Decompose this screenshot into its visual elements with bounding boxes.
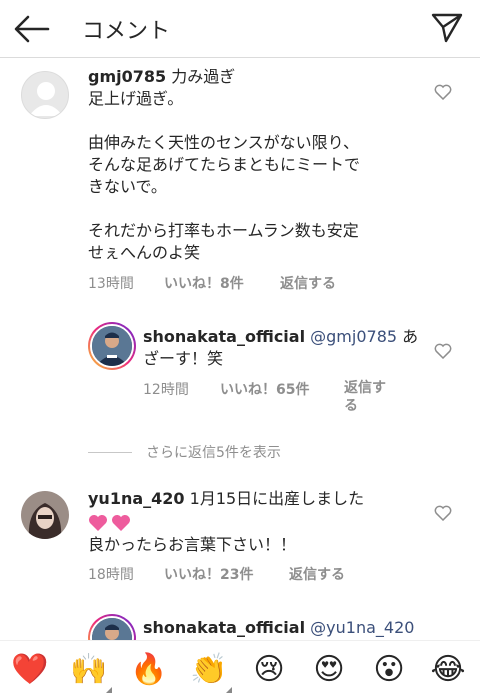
- comment-meta: 13時間 いいね！8件 返信する: [88, 273, 336, 293]
- profile-photo-icon: [92, 326, 132, 366]
- default-avatar-icon: [29, 82, 63, 116]
- laughing-emoji-button[interactable]: 😂: [429, 651, 467, 689]
- comment-text: yu1na_420 1月15日に出産しました: [88, 488, 428, 510]
- like-heart-icon[interactable]: [434, 84, 452, 100]
- reply-text: shonakata_official @gmj0785 あ: [143, 326, 433, 348]
- likes-count[interactable]: いいね！23件: [164, 564, 289, 584]
- top-bar: コメント: [0, 0, 480, 58]
- page-title: コメント: [82, 19, 171, 44]
- reply-button[interactable]: 返信する: [280, 273, 336, 293]
- avatar[interactable]: [21, 71, 69, 119]
- pink-heart-icon: [89, 515, 130, 531]
- variant-indicator-icon: [106, 687, 112, 693]
- story-ring[interactable]: [88, 322, 136, 370]
- inline-hearts: [88, 513, 134, 533]
- reply-text-tail: あ: [397, 327, 419, 346]
- heart-emoji-button[interactable]: ❤️: [11, 651, 49, 689]
- variant-indicator-icon: [226, 687, 232, 693]
- likes-count[interactable]: いいね！8件: [164, 273, 280, 293]
- heart-eyes-emoji-button[interactable]: 😍: [310, 651, 348, 689]
- reply-username[interactable]: shonakata_official: [143, 618, 305, 637]
- comment-first-line: 力み過ぎ: [166, 67, 236, 86]
- comment-first-line: 1月15日に出産しました: [184, 489, 365, 508]
- reply-time: 12時間: [143, 382, 189, 398]
- reply-button-line2: る: [344, 398, 358, 414]
- view-more-replies-label: さらに返信5件を表示: [146, 445, 281, 461]
- crying-emoji-button[interactable]: 😢: [250, 651, 288, 689]
- reply-username[interactable]: shonakata_official: [143, 327, 305, 346]
- clapping-emoji-button[interactable]: 👏: [190, 651, 228, 689]
- comment-body: 足上げ過ぎ。 由伸みたく天性のセンスがない限り、 そんな足あげてたらまともにミー…: [88, 89, 361, 262]
- profile-photo-icon: [21, 491, 69, 539]
- comment-text: gmj0785 力み過ぎ: [88, 66, 428, 88]
- comment-body: 良かったらお言葉下さい！！: [88, 535, 297, 554]
- comment-meta: 18時間 いいね！23件 返信する: [88, 564, 345, 584]
- like-heart-icon[interactable]: [434, 505, 452, 521]
- avatar[interactable]: [21, 491, 69, 539]
- emoji-quick-bar: ❤️ 🙌 🔥 👏 😢 😍 😮 😂: [0, 640, 480, 697]
- reply-text-line2: ざーす！笑: [143, 349, 224, 368]
- mention-link[interactable]: @gmj0785: [305, 327, 397, 346]
- reply-button[interactable]: 返信する: [289, 564, 345, 584]
- reply-text: shonakata_official @yu1na_420: [143, 617, 433, 639]
- comment-username[interactable]: gmj0785: [88, 67, 166, 86]
- comment-time: 18時間: [88, 567, 134, 583]
- comment-username[interactable]: yu1na_420: [88, 489, 185, 508]
- direct-send-icon[interactable]: [430, 12, 464, 44]
- back-arrow-icon[interactable]: [14, 14, 50, 44]
- surprised-emoji-button[interactable]: 😮: [370, 651, 408, 689]
- likes-count[interactable]: いいね！65件: [220, 379, 344, 399]
- divider: [88, 451, 132, 453]
- reply-meta: 12時間 いいね！65件: [143, 379, 344, 399]
- raised-hands-emoji-button[interactable]: 🙌: [70, 651, 108, 689]
- avatar: [90, 324, 134, 368]
- reply-button-line1: 返信す: [344, 380, 386, 396]
- comment-time: 13時間: [88, 276, 134, 292]
- mention-link[interactable]: @yu1na_420: [305, 618, 414, 637]
- reply-button[interactable]: 返信す る: [344, 379, 386, 415]
- like-heart-icon[interactable]: [434, 343, 452, 359]
- fire-emoji-button[interactable]: 🔥: [130, 651, 168, 689]
- view-more-replies[interactable]: さらに返信5件を表示: [88, 442, 281, 462]
